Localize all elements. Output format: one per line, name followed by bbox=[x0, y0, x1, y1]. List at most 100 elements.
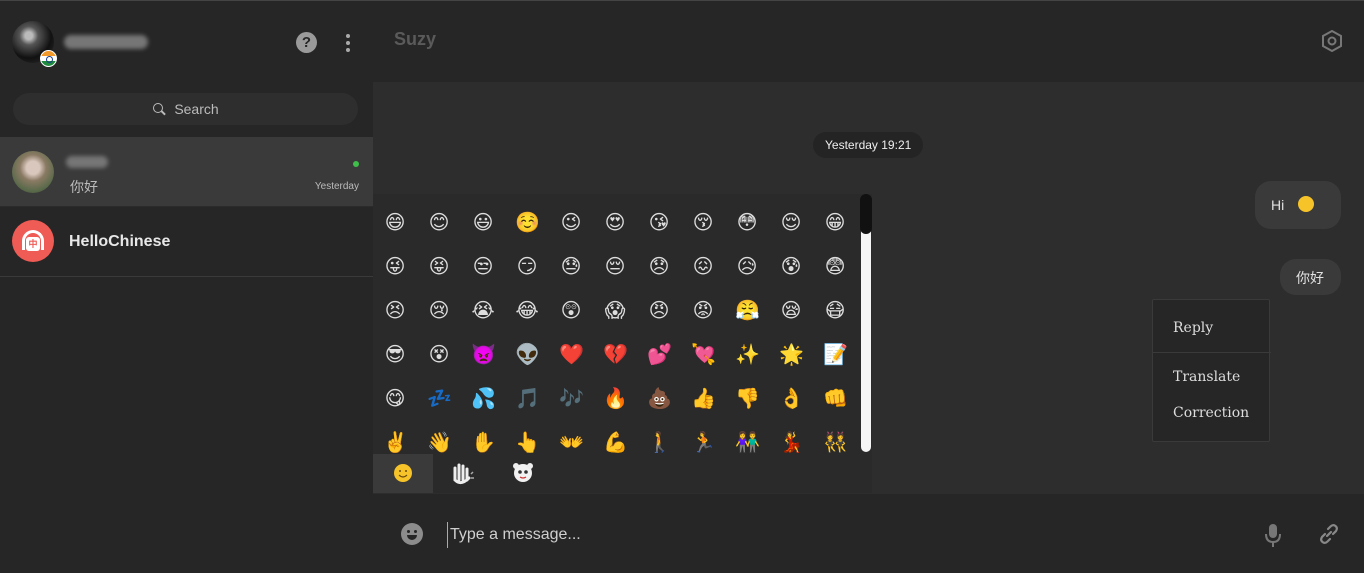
emoji-item[interactable]: 😏 bbox=[515, 255, 539, 279]
emoji-item[interactable]: 🎶 bbox=[559, 387, 584, 411]
emoji-item[interactable]: 😰 bbox=[779, 255, 803, 279]
chat-list-item-hellochinese[interactable]: 中 HelloChinese bbox=[0, 206, 373, 277]
emoji-item[interactable]: 😤 bbox=[735, 299, 760, 323]
emoji-item[interactable]: 😷 bbox=[823, 299, 847, 323]
emoji-item[interactable]: 💤 bbox=[427, 387, 452, 411]
emoji-item[interactable]: 😳 bbox=[735, 211, 759, 235]
emoji-scrollbar-thumb[interactable] bbox=[861, 198, 871, 452]
emoji-item[interactable]: 😂 bbox=[515, 299, 539, 323]
emoji-item[interactable]: 💔 bbox=[603, 343, 628, 367]
emoji-item[interactable]: 👐 bbox=[559, 431, 584, 453]
emoji-item[interactable]: 👿 bbox=[471, 343, 496, 367]
message-text: Hi bbox=[1271, 197, 1285, 213]
emoji-item[interactable]: 😉 bbox=[559, 211, 583, 235]
emoji-item[interactable]: 😲 bbox=[559, 299, 583, 323]
emoji-item[interactable]: 👫 bbox=[735, 431, 760, 453]
emoji-item[interactable]: 😎 bbox=[383, 343, 407, 367]
emoji-item[interactable]: 👎 bbox=[735, 387, 760, 411]
attachment-link-icon[interactable] bbox=[1317, 522, 1341, 546]
tab-gestures[interactable] bbox=[433, 454, 493, 493]
emoji-item[interactable]: 😞 bbox=[647, 255, 671, 279]
emoji-item[interactable]: 😘 bbox=[647, 211, 671, 235]
menu-item-correction[interactable]: Correction bbox=[1173, 405, 1249, 421]
emoji-category-tabs bbox=[373, 454, 872, 493]
microphone-icon[interactable] bbox=[1263, 522, 1283, 548]
waving-hand-icon bbox=[453, 463, 474, 485]
emoji-item[interactable]: ❤️ bbox=[559, 343, 584, 367]
emoji-item[interactable]: 💘 bbox=[691, 343, 716, 367]
chat-pane: Suzy Yesterday 19:21 Hi 你好 Reply Transla… bbox=[373, 0, 1364, 573]
emoji-item[interactable]: 💩 bbox=[647, 387, 672, 411]
emoji-item[interactable]: 😍 bbox=[603, 211, 627, 235]
emoji-item[interactable]: 😱 bbox=[603, 299, 627, 323]
help-button[interactable]: ? bbox=[296, 32, 317, 53]
menu-item-reply[interactable]: Reply bbox=[1173, 320, 1213, 336]
emoji-item[interactable]: 😄 bbox=[383, 211, 407, 235]
tab-faces[interactable] bbox=[493, 454, 553, 493]
last-message: 你好 bbox=[70, 179, 98, 195]
message-bubble[interactable]: 你好 bbox=[1280, 259, 1341, 295]
emoji-item[interactable]: 😥 bbox=[735, 255, 759, 279]
emoji-item[interactable]: 💕 bbox=[647, 343, 672, 367]
profile-bar: ? bbox=[0, 1, 373, 83]
chat-header: Suzy bbox=[373, 1, 1364, 82]
search-label: Search bbox=[174, 101, 219, 117]
emoji-item[interactable]: 😪 bbox=[779, 299, 803, 323]
emoji-item[interactable]: 😨 bbox=[823, 255, 847, 279]
emoji-item[interactable]: 😵 bbox=[427, 343, 451, 367]
emoji-item[interactable]: 😣 bbox=[383, 299, 407, 323]
online-status-dot bbox=[353, 161, 359, 167]
emoji-picker-button[interactable] bbox=[401, 523, 423, 545]
emoji-item[interactable]: 💦 bbox=[471, 387, 496, 411]
emoji-item[interactable]: 👯 bbox=[823, 431, 848, 453]
emoji-item[interactable]: 😭 bbox=[471, 299, 495, 323]
chat-list-item-suzy[interactable]: 你好 Yesterday bbox=[0, 137, 373, 207]
emoji-item[interactable]: 😁 bbox=[823, 211, 847, 235]
more-options-icon[interactable] bbox=[338, 32, 358, 54]
emoji-item[interactable]: 🏃 bbox=[691, 431, 716, 453]
emoji-item[interactable]: ✨ bbox=[735, 343, 760, 367]
slightly-smiling-face-icon bbox=[1298, 196, 1315, 212]
emoji-item[interactable]: 😒 bbox=[471, 255, 495, 279]
emoji-item[interactable]: 👍 bbox=[691, 387, 716, 411]
emoji-item[interactable]: 😌 bbox=[779, 211, 803, 235]
emoji-item[interactable]: 📝 bbox=[823, 343, 848, 367]
emoji-item[interactable]: 😜 bbox=[383, 255, 407, 279]
emoji-item[interactable]: 💪 bbox=[603, 431, 628, 453]
emoji-item[interactable]: 🔥 bbox=[603, 387, 628, 411]
emoji-item[interactable]: 😡 bbox=[691, 299, 715, 323]
emoji-item[interactable]: 👊 bbox=[823, 387, 848, 411]
page-title: Suzy bbox=[394, 29, 437, 49]
emoji-item[interactable]: 👌 bbox=[779, 387, 804, 411]
emoji-item[interactable]: ✋ bbox=[471, 431, 496, 453]
menu-item-translate[interactable]: Translate bbox=[1173, 369, 1240, 385]
emoji-item[interactable]: 😠 bbox=[647, 299, 671, 323]
emoji-item[interactable]: 😊 bbox=[427, 211, 451, 235]
emoji-item[interactable]: 😃 bbox=[471, 211, 495, 235]
emoji-picker: 😄 😊 😃 ☺️ 😉 😍 😘 😚 😳 😌 😁 😜 😝 😒 😏 😓 😔 😞 😖 😥 😰 😨 😣 😢 😭 😂 😲 😱 😠 😡 😤 😪 😷 😎 😵 👿 👽 ❤️… bbox=[373, 194, 872, 493]
emoji-item[interactable]: 👆 bbox=[515, 431, 540, 453]
emoji-item[interactable]: 😝 bbox=[427, 255, 451, 279]
search-input[interactable]: Search bbox=[13, 93, 358, 125]
emoji-item[interactable]: 😓 bbox=[559, 255, 583, 279]
emoji-item[interactable]: 👋 bbox=[427, 431, 452, 453]
emoji-item[interactable]: 😖 bbox=[691, 255, 715, 279]
emoji-item[interactable]: ☺️ bbox=[515, 211, 540, 235]
emoji-item[interactable]: 🚶 bbox=[647, 431, 672, 453]
emoji-item[interactable]: 👽 bbox=[515, 343, 540, 367]
message-composer bbox=[373, 494, 1364, 573]
sidebar: ? Search 你好 Yesterday 中 HelloChinese bbox=[0, 0, 373, 573]
emoji-item[interactable]: ✌️ bbox=[383, 431, 408, 453]
emoji-item[interactable]: 💃 bbox=[779, 431, 804, 453]
tab-smileys[interactable] bbox=[373, 454, 433, 493]
emoji-item[interactable]: 😚 bbox=[691, 211, 715, 235]
message-bubble[interactable]: Hi bbox=[1255, 181, 1341, 229]
emoji-item[interactable]: 😢 bbox=[427, 299, 451, 323]
emoji-item[interactable]: 🎵 bbox=[515, 387, 540, 411]
message-input[interactable] bbox=[447, 522, 1227, 548]
settings-icon[interactable] bbox=[1321, 30, 1343, 52]
emoji-item[interactable]: 🌟 bbox=[779, 343, 804, 367]
emoji-item[interactable]: 😋 bbox=[383, 387, 407, 411]
emoji-item[interactable]: 😔 bbox=[603, 255, 627, 279]
contact-name-blurred bbox=[66, 156, 108, 168]
